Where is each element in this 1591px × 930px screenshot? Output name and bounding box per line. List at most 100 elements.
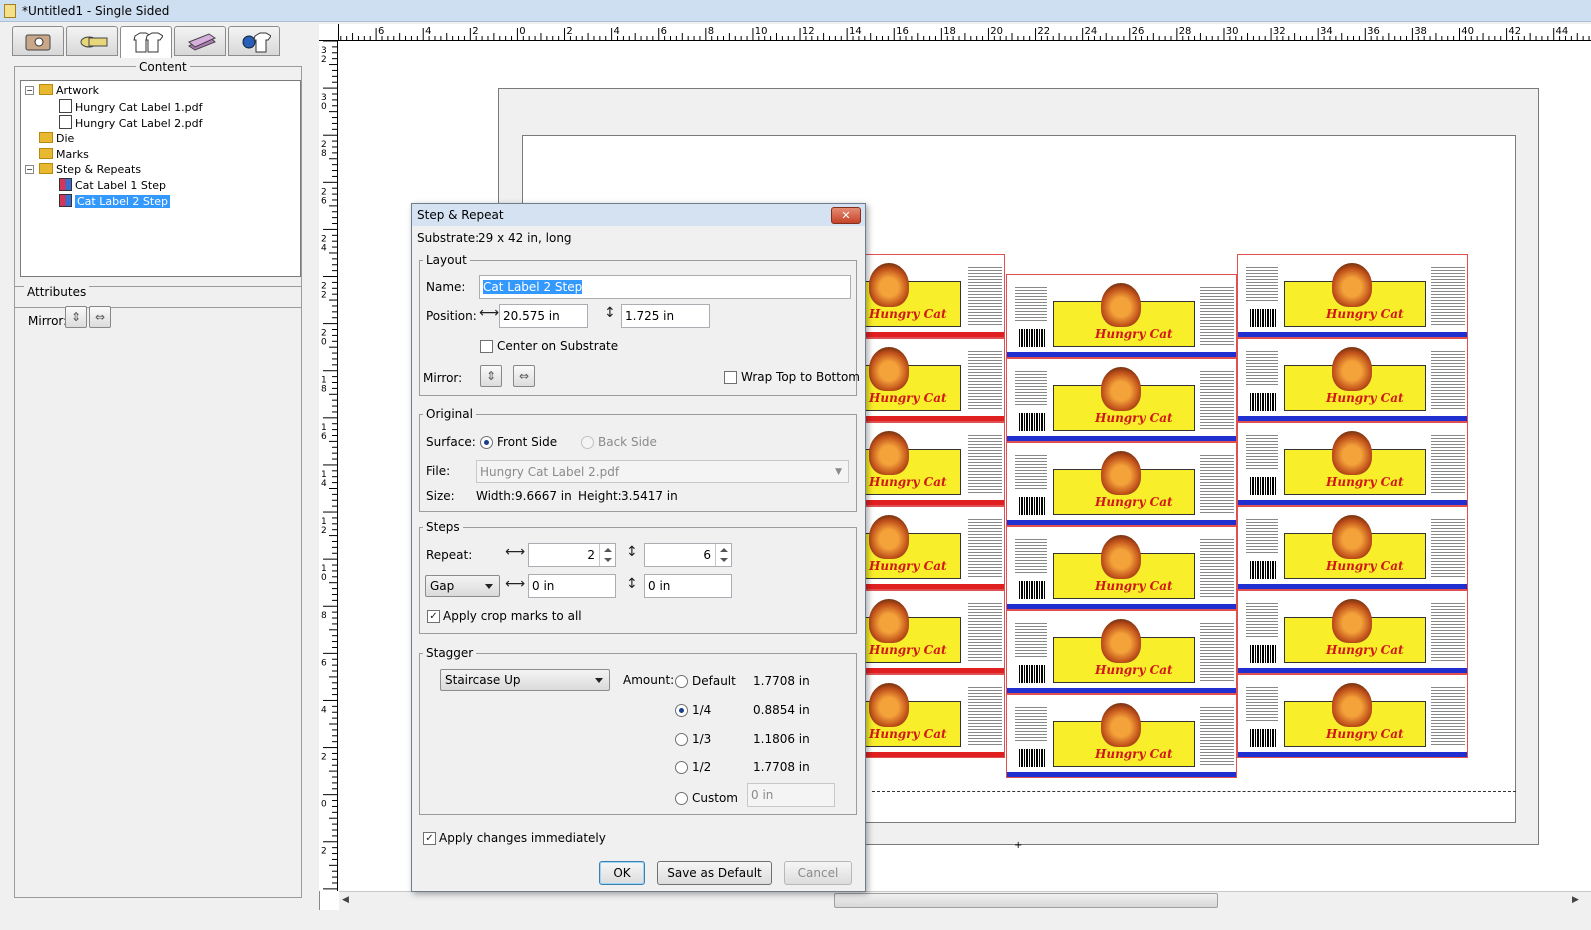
stagger-custom-radio[interactable] xyxy=(675,792,688,805)
barcode-image xyxy=(1250,393,1276,411)
wrap-top-to-bottom-label: Wrap Top to Bottom xyxy=(741,370,860,384)
wrap-top-to-bottom-checkbox[interactable] xyxy=(724,371,737,384)
marks-tape-icon xyxy=(80,36,108,48)
stagger-third-value: 1.1806 in xyxy=(753,732,810,746)
repeat-y-spinner[interactable]: 6 xyxy=(644,543,732,567)
gap-select[interactable]: Gap xyxy=(425,575,500,597)
stagger-title: Stagger xyxy=(423,646,477,660)
tree-item-artwork[interactable]: Artwork xyxy=(39,83,99,99)
stagger-quarter-radio[interactable] xyxy=(675,704,688,717)
scroll-left-icon[interactable]: ◀ xyxy=(342,895,349,905)
tab-marks[interactable] xyxy=(66,26,118,56)
tiger-image xyxy=(869,599,909,643)
stagger-mode-select[interactable]: Staircase Up xyxy=(440,669,610,691)
label-stripe xyxy=(863,584,1004,589)
collapse-artwork-icon[interactable]: − xyxy=(25,86,34,95)
tab-sheets[interactable] xyxy=(174,26,226,56)
label-title: Hungry Cat xyxy=(1095,579,1173,593)
file-select[interactable]: Hungry Cat Label 2.pdf ▼ xyxy=(476,460,849,483)
tiger-image xyxy=(869,683,909,727)
stagger-default-radio[interactable] xyxy=(675,675,688,688)
label-text-block xyxy=(1015,705,1047,741)
label-stripe xyxy=(1238,500,1467,505)
save-as-default-button[interactable]: Save as Default xyxy=(657,861,772,885)
tab-step-repeat[interactable] xyxy=(120,26,172,58)
repeat-x-spinner[interactable]: 2 xyxy=(528,543,616,567)
label-text-block xyxy=(1246,265,1278,301)
vertical-ruler: 323028262422201816141210864202 xyxy=(319,41,338,891)
mirror-horizontal-button[interactable]: ⇔ xyxy=(89,306,111,328)
label-stripe xyxy=(1007,520,1236,525)
tree-item-step-repeats[interactable]: Step & Repeats xyxy=(39,162,141,178)
tree-item-cat-label-2-step[interactable]: Cat Label 2 Step xyxy=(59,194,170,210)
ruler-label: 2 xyxy=(321,291,327,301)
stagger-quarter-label: 1/4 xyxy=(692,703,712,717)
label-title: Hungry Cat xyxy=(1095,411,1173,425)
ruler-label: 2 xyxy=(321,847,327,857)
tree-item-die[interactable]: Die xyxy=(39,131,74,147)
flip-horizontal-icon: ⇔ xyxy=(518,369,530,383)
ok-button[interactable]: OK xyxy=(599,861,645,885)
apply-crop-marks-checkbox[interactable]: ✓ xyxy=(427,610,440,623)
ruler-label: 4 xyxy=(321,243,327,253)
layout-title: Layout xyxy=(423,253,470,267)
ruler-label: 44 xyxy=(1556,26,1569,37)
ruler-label: 6 xyxy=(321,196,327,206)
gap-y-input[interactable]: 0 in xyxy=(644,574,732,598)
label-stripe xyxy=(1007,436,1236,441)
tab-info[interactable] xyxy=(12,26,64,56)
label-stripe xyxy=(1238,668,1467,673)
dialog-close-button[interactable]: ✕ xyxy=(831,207,861,224)
label-title: Hungry Cat xyxy=(869,475,947,489)
ruler-label: 16 xyxy=(896,26,909,37)
label-text-block xyxy=(1200,285,1234,345)
name-input[interactable]: Cat Label 2 Step xyxy=(479,275,851,299)
stagger-custom-input[interactable]: 0 in xyxy=(747,783,835,807)
dialog-mirror-vertical-button[interactable]: ⇕ xyxy=(480,365,502,387)
cancel-button[interactable]: Cancel xyxy=(784,861,852,885)
label-text-block xyxy=(1015,369,1047,405)
content-tree[interactable]: − Artwork Hungry Cat Label 1.pdf Hungry … xyxy=(20,80,301,277)
horizontal-scroll-thumb[interactable] xyxy=(834,893,1218,908)
label-title: Hungry Cat xyxy=(869,727,947,741)
scroll-right-icon[interactable]: ▶ xyxy=(1572,895,1579,905)
center-on-substrate-checkbox[interactable] xyxy=(480,340,493,353)
stagger-third-radio[interactable] xyxy=(675,733,688,746)
tab-info-shirts[interactable] xyxy=(228,26,280,56)
label-text-block xyxy=(1431,265,1465,325)
step-repeat-icon xyxy=(59,194,72,207)
label-title: Hungry Cat xyxy=(1095,327,1173,341)
ruler-label: 0 xyxy=(321,800,327,810)
position-x-input[interactable]: 20.575 in xyxy=(499,304,588,328)
step-repeat-layout[interactable]: Hungry Cat Hungry Cat Hungry Cat Hungry Cat… xyxy=(862,252,1472,784)
label-text-block xyxy=(1015,285,1047,321)
ruler-label: 6 xyxy=(321,432,327,442)
label-text-block xyxy=(1431,349,1465,409)
apply-immediately-checkbox[interactable]: ✓ xyxy=(423,832,436,845)
chevron-down-icon xyxy=(595,678,603,683)
tiger-image xyxy=(1101,451,1141,495)
sheets-stack-icon xyxy=(188,33,217,51)
ruler-label: 40 xyxy=(1461,26,1474,37)
position-y-input[interactable]: 1.725 in xyxy=(621,304,710,328)
gap-x-input[interactable]: 0 in xyxy=(528,574,616,598)
ruler-label: 2 xyxy=(321,526,327,536)
tiger-image xyxy=(1332,347,1372,391)
label-text-block xyxy=(1431,685,1465,745)
label-title: Hungry Cat xyxy=(869,559,947,573)
tiger-image xyxy=(869,515,909,559)
repeated-label: Hungry Cat xyxy=(1237,254,1468,338)
collapse-step-repeats-icon[interactable]: − xyxy=(25,165,34,174)
front-side-radio[interactable] xyxy=(480,436,493,449)
tree-item-cat-label-1-step[interactable]: Cat Label 1 Step xyxy=(59,178,166,194)
label-stripe xyxy=(1007,772,1236,777)
stagger-half-radio[interactable] xyxy=(675,761,688,774)
back-side-radio[interactable] xyxy=(581,436,594,449)
dialog-mirror-horizontal-button[interactable]: ⇔ xyxy=(513,365,535,387)
mirror-vertical-button[interactable]: ⇕ xyxy=(65,306,87,328)
label-text-block xyxy=(968,685,1002,745)
tree-item-marks[interactable]: Marks xyxy=(39,147,89,163)
tree-item-label1-pdf[interactable]: Hungry Cat Label 1.pdf xyxy=(59,99,202,115)
tree-item-label2-pdf[interactable]: Hungry Cat Label 2.pdf xyxy=(59,115,202,131)
label-text-block xyxy=(1246,601,1278,637)
